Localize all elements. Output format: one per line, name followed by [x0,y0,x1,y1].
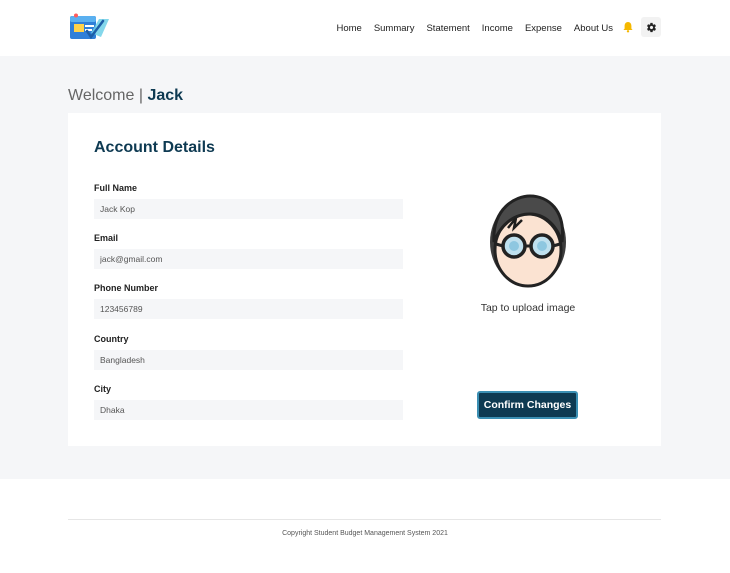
nav-links: Home Summary Statement Income Expense Ab… [336,17,613,39]
copyright-text: Copyright Student Budget Management Syst… [282,530,448,537]
phone-number-label: Phone Number [94,283,159,293]
nav-summary[interactable]: Summary [374,23,415,34]
wallet-logo-icon[interactable] [69,13,111,41]
nav-home[interactable]: Home [336,23,361,34]
nav-income[interactable]: Income [482,23,513,34]
avatar-glasses-icon[interactable] [486,190,570,290]
welcome-username: Jack [147,87,184,104]
card-title: Account Details [94,139,215,156]
confirm-changes-button[interactable]: Confirm Changes [477,391,578,419]
gear-icon [646,22,656,32]
settings-button[interactable] [641,17,661,37]
full-name-input[interactable] [94,199,403,219]
nav-about-us[interactable]: About Us [574,23,613,34]
email-input[interactable] [94,249,403,269]
full-name-label: Full Name [94,183,138,193]
country-input[interactable] [94,350,403,370]
phone-number-input[interactable] [94,299,403,319]
country-label: Country [94,334,129,344]
account-details-card: Account Details Full Name Email Phone Nu… [68,113,661,446]
welcome-prefix: Welcome | [68,87,148,104]
city-input[interactable] [94,400,403,420]
upload-image-text[interactable]: Tap to upload image [448,302,608,314]
footer-divider [68,519,661,520]
nav-statement[interactable]: Statement [426,23,469,34]
nav-expense[interactable]: Expense [525,23,562,34]
city-label: City [94,384,112,394]
welcome-heading: Welcome | Jack [68,87,183,105]
navbar: Home Summary Statement Income Expense Ab… [0,0,730,56]
bell-icon[interactable] [622,21,634,33]
email-label: Email [94,233,119,243]
